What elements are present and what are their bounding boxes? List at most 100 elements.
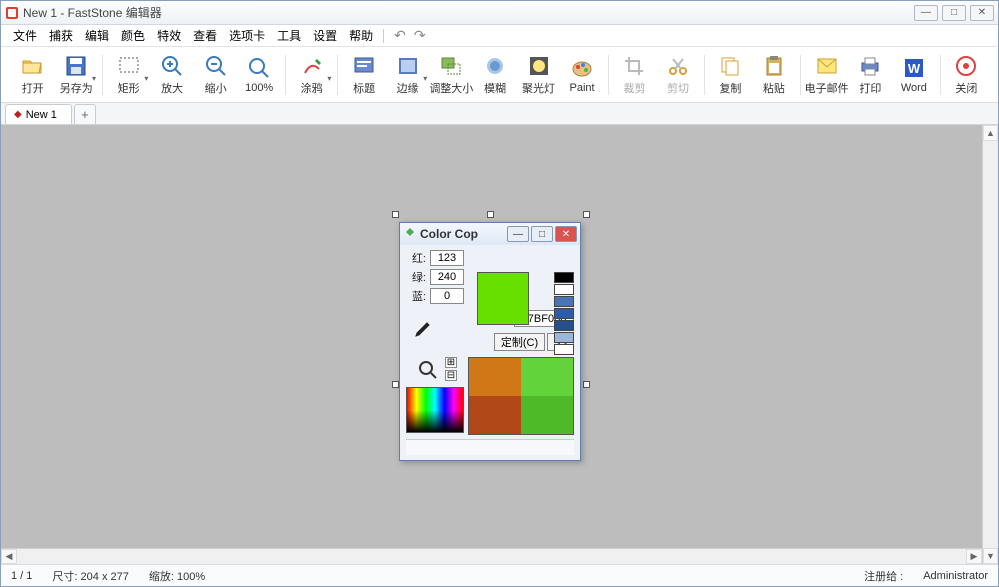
tool-paste[interactable]: 粘贴 xyxy=(752,50,795,100)
magnifier-icon[interactable] xyxy=(413,357,443,383)
swatch[interactable] xyxy=(554,284,574,295)
colorcop-maximize-button[interactable]: □ xyxy=(531,226,553,242)
dropdown-arrow-icon[interactable]: ▾ xyxy=(327,74,331,83)
color-preview xyxy=(477,272,529,325)
menu-settings[interactable]: 设置 xyxy=(307,25,343,46)
tool-copy[interactable]: 复制 xyxy=(709,50,752,100)
color-swatches xyxy=(554,272,574,355)
toolbar-separator xyxy=(285,55,286,95)
print-icon xyxy=(857,53,883,79)
maximize-button[interactable]: □ xyxy=(942,5,966,21)
menu-effects[interactable]: 特效 xyxy=(151,25,187,46)
menu-file[interactable]: 文件 xyxy=(7,25,43,46)
scroll-right-button[interactable]: ▶ xyxy=(966,549,982,564)
tool-save[interactable]: 另存为▾ xyxy=(54,50,97,100)
swatch[interactable] xyxy=(554,272,574,283)
horizontal-scrollbar[interactable]: ◀ ▶ xyxy=(1,548,982,564)
tool-rect-select[interactable]: 矩形▾ xyxy=(107,50,150,100)
zoom-minus-button[interactable]: ⊟ xyxy=(445,370,457,381)
main-window: New 1 - FastStone 编辑器 — □ ✕ 文件 捕获 编辑 颜色 … xyxy=(0,0,999,587)
zoom-out-icon xyxy=(203,53,229,79)
colorcop-titlebar[interactable]: Color Cop — □ ✕ xyxy=(400,223,580,245)
tool-blur[interactable]: 模糊 xyxy=(473,50,516,100)
tool-zoom-in[interactable]: 放大 xyxy=(150,50,193,100)
selection-handle[interactable] xyxy=(392,211,399,218)
tab-new1[interactable]: ◆ New 1 xyxy=(5,104,72,124)
paint-icon xyxy=(569,55,595,81)
colorcop-close-button[interactable]: ✕ xyxy=(555,226,577,242)
selection-handle[interactable] xyxy=(583,211,590,218)
tool-zoom-out[interactable]: 缩小 xyxy=(194,50,237,100)
tool-resize[interactable]: 调整大小 xyxy=(429,50,473,100)
tool-crop[interactable]: 裁剪 xyxy=(613,50,656,100)
zoom-plus-button[interactable]: ⊞ xyxy=(445,357,457,368)
modified-dot-icon: ◆ xyxy=(14,109,22,120)
blue-label: 蓝: xyxy=(406,288,426,304)
scroll-down-button[interactable]: ▼ xyxy=(983,548,998,564)
size-indicator: 尺寸: 204 x 277 xyxy=(52,568,128,584)
scroll-left-button[interactable]: ◀ xyxy=(1,549,17,564)
dropdown-arrow-icon[interactable]: ▾ xyxy=(423,74,427,83)
selection-handle[interactable] xyxy=(487,211,494,218)
window-title: New 1 - FastStone 编辑器 xyxy=(23,4,914,21)
app-icon xyxy=(5,6,19,20)
colorcop-icon xyxy=(403,227,417,241)
minimize-button[interactable]: — xyxy=(914,5,938,21)
tool-folder-open[interactable]: 打开 xyxy=(11,50,54,100)
tool-caption[interactable]: 标题 xyxy=(342,50,385,100)
tool-print[interactable]: 打印 xyxy=(849,50,892,100)
dropdown-arrow-icon[interactable]: ▾ xyxy=(144,74,148,83)
colorcop-minimize-button[interactable]: — xyxy=(507,226,529,242)
swatch[interactable] xyxy=(554,320,574,331)
zoom-100-icon xyxy=(246,55,272,81)
tool-edge[interactable]: 边缘▾ xyxy=(386,50,429,100)
custom-button[interactable]: 定制(C) xyxy=(494,333,545,351)
green-input[interactable] xyxy=(430,269,464,285)
eyedropper-icon[interactable] xyxy=(406,318,436,344)
tool-spotlight[interactable]: 聚光灯 xyxy=(517,50,560,100)
selection-handle[interactable] xyxy=(392,381,399,388)
zoom-in-icon xyxy=(159,53,185,79)
tool-cut[interactable]: 剪切 xyxy=(656,50,699,100)
vertical-scrollbar[interactable]: ▲ ▼ xyxy=(982,125,998,564)
selection-handle[interactable] xyxy=(583,381,590,388)
menu-color[interactable]: 颜色 xyxy=(115,25,151,46)
dropdown-arrow-icon[interactable]: ▾ xyxy=(92,74,96,83)
tab-add-button[interactable]: + xyxy=(74,104,96,124)
swatch[interactable] xyxy=(554,296,574,307)
tool-draw[interactable]: 涂鸦▾ xyxy=(290,50,333,100)
toolbar-separator xyxy=(102,55,103,95)
tab-label: New 1 xyxy=(26,109,57,121)
swatch[interactable] xyxy=(554,344,574,355)
redo-icon[interactable]: ↷ xyxy=(414,27,426,44)
tool-close[interactable]: 关闭 xyxy=(945,50,988,100)
menu-help[interactable]: 帮助 xyxy=(343,25,379,46)
cut-icon xyxy=(665,53,691,79)
menu-capture[interactable]: 捕获 xyxy=(43,25,79,46)
tool-zoom-100[interactable]: 100% xyxy=(237,50,280,100)
menu-tools[interactable]: 工具 xyxy=(271,25,307,46)
registration-label: 注册给 : xyxy=(864,568,903,584)
tool-paint[interactable]: Paint xyxy=(560,50,603,100)
word-icon: W xyxy=(901,55,927,81)
tool-email[interactable]: 电子邮件 xyxy=(805,50,849,100)
toolbar-separator xyxy=(337,55,338,95)
toolbar-separator xyxy=(608,55,609,95)
swatch[interactable] xyxy=(554,332,574,343)
close-button[interactable]: ✕ xyxy=(970,5,994,21)
red-input[interactable] xyxy=(430,250,464,266)
blue-input[interactable] xyxy=(430,288,464,304)
undo-icon[interactable]: ↶ xyxy=(394,27,406,44)
canvas-area[interactable]: Color Cop — □ ✕ 红: 绿: 蓝: xyxy=(1,125,998,564)
titlebar: New 1 - FastStone 编辑器 — □ ✕ xyxy=(1,1,998,25)
tool-word[interactable]: WWord xyxy=(892,50,935,100)
menu-view[interactable]: 查看 xyxy=(187,25,223,46)
crop-icon xyxy=(621,53,647,79)
menu-tabs[interactable]: 选项卡 xyxy=(223,25,271,46)
svg-text:W: W xyxy=(908,61,921,76)
spectrum-picker[interactable] xyxy=(406,387,464,433)
swatch[interactable] xyxy=(554,308,574,319)
scroll-up-button[interactable]: ▲ xyxy=(983,125,998,141)
menubar: 文件 捕获 编辑 颜色 特效 查看 选项卡 工具 设置 帮助 ↶ ↷ xyxy=(1,25,998,47)
menu-edit[interactable]: 编辑 xyxy=(79,25,115,46)
